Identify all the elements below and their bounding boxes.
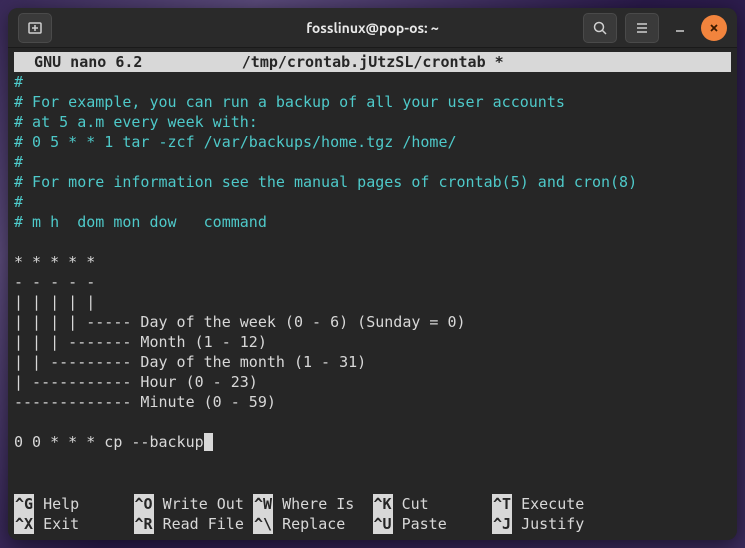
terminal-window: fosslinux@pop-os: ~ GNU nano 6.2 /tmp/cr…: [8, 8, 737, 540]
comment-line: #: [14, 192, 731, 212]
comment-line: # at 5 a.m every week with:: [14, 112, 731, 132]
content-line: | | | | |: [14, 292, 731, 312]
comment-line: # m h dom mon dow command: [14, 212, 731, 232]
terminal-body[interactable]: GNU nano 6.2 /tmp/crontab.jUtzSL/crontab…: [8, 48, 737, 540]
minimize-icon: [674, 22, 686, 34]
shortcut-execute[interactable]: ^T Execute: [492, 494, 612, 514]
shortcut-exit[interactable]: ^X Exit: [14, 514, 134, 534]
comment-line: # For more information see the manual pa…: [14, 172, 731, 192]
comment-line: #: [14, 152, 731, 172]
blank-line: [14, 232, 731, 252]
shortcut-whereis[interactable]: ^W Where Is: [253, 494, 373, 514]
shortcut-writeout[interactable]: ^O Write Out: [134, 494, 254, 514]
content-line: - - - - -: [14, 272, 731, 292]
nano-header: GNU nano 6.2 /tmp/crontab.jUtzSL/crontab…: [14, 52, 731, 72]
titlebar: fosslinux@pop-os: ~: [8, 8, 737, 48]
cursor: [204, 433, 213, 451]
shortcut-justify[interactable]: ^J Justify: [492, 514, 612, 534]
command-line: 0 0 * * * cp --backup: [14, 432, 731, 452]
new-tab-icon: [27, 20, 43, 36]
shortcut-readfile[interactable]: ^R Read File: [134, 514, 254, 534]
comment-line: # For example, you can run a backup of a…: [14, 92, 731, 112]
content-line: | | --------- Day of the month (1 - 31): [14, 352, 731, 372]
search-icon: [592, 20, 608, 36]
comment-line: # 0 5 * * 1 tar -zcf /var/backups/home.t…: [14, 132, 731, 152]
comment-line: #: [14, 72, 731, 92]
shortcut-cut[interactable]: ^K Cut: [373, 494, 493, 514]
close-icon: [708, 22, 720, 34]
content-line: | | | ------- Month (1 - 12): [14, 332, 731, 352]
shortcut-paste[interactable]: ^U Paste: [373, 514, 493, 534]
minimize-button[interactable]: [667, 15, 693, 41]
content-line: | ----------- Hour (0 - 23): [14, 372, 731, 392]
search-button[interactable]: [583, 13, 617, 43]
close-button[interactable]: [701, 15, 727, 41]
new-tab-button[interactable]: [18, 13, 52, 43]
shortcut-help[interactable]: ^G Help: [14, 494, 134, 514]
hamburger-icon: [634, 20, 650, 36]
content-line: | | | | ----- Day of the week (0 - 6) (S…: [14, 312, 731, 332]
nano-shortcuts: ^G Help ^O Write Out ^W Where Is ^K Cut …: [14, 494, 731, 534]
content-line: ------------- Minute (0 - 59): [14, 392, 731, 412]
menu-button[interactable]: [625, 13, 659, 43]
blank-line: [14, 412, 731, 432]
shortcut-replace[interactable]: ^\ Replace: [253, 514, 373, 534]
content-line: * * * * *: [14, 252, 731, 272]
